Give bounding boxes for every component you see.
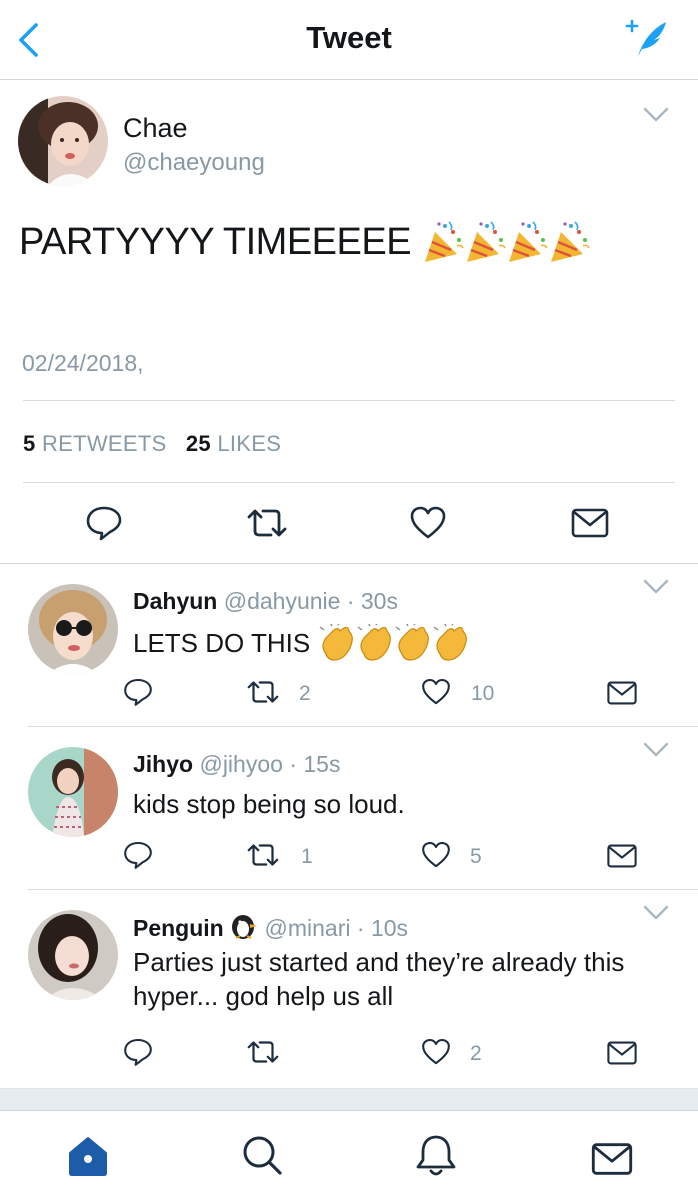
avatar[interactable] <box>28 584 118 674</box>
reply-text-body: LETS DO THIS <box>133 628 311 658</box>
heart-icon[interactable] <box>420 676 452 713</box>
chevron-down-icon[interactable] <box>642 741 670 759</box>
avatar[interactable] <box>28 747 118 837</box>
heart-icon[interactable] <box>408 503 448 548</box>
search-icon[interactable] <box>240 1133 284 1177</box>
divider <box>23 400 675 401</box>
like-count: 10 <box>471 682 495 705</box>
reply-tweet[interactable]: Dahyun @dahyunie · 30s LETS DO THIS 2 10 <box>0 564 698 726</box>
tweet-action-bar <box>0 503 698 543</box>
divider <box>23 482 675 483</box>
chevron-down-icon[interactable] <box>642 904 670 922</box>
mail-icon[interactable] <box>606 680 638 711</box>
retweets-count: 5 <box>23 431 36 456</box>
likes-count: 25 <box>185 431 211 456</box>
retweet-count: 1 <box>301 845 313 868</box>
reply-text: LETS DO THIS <box>133 624 678 662</box>
avatar[interactable] <box>28 910 118 1000</box>
tweet-stats: 5 RETWEETS 25 LIKES <box>23 431 281 457</box>
reply-tweet[interactable]: Jihyo @jihyoo · 15s kids stop being so l… <box>0 727 698 889</box>
reply-icon[interactable] <box>122 676 154 713</box>
retweets-stat[interactable]: 5 RETWEETS <box>23 431 167 456</box>
party-popper-emoji-row <box>423 220 593 264</box>
like-count: 2 <box>470 1042 482 1065</box>
chevron-down-icon[interactable] <box>642 578 670 596</box>
reply-tweet[interactable]: Penguin @minari · 10s Parties just start… <box>0 890 698 1088</box>
compose-tweet-icon[interactable] <box>624 16 670 60</box>
notifications-icon[interactable] <box>414 1133 458 1177</box>
reply-icon[interactable] <box>122 839 154 876</box>
reply-header: Jihyo @jihyoo · 15s <box>133 751 340 778</box>
author-name[interactable]: Chae <box>123 113 188 144</box>
avatar[interactable] <box>18 96 108 186</box>
reply-author-handle[interactable]: @dahyunie <box>224 588 341 614</box>
reply-author-handle[interactable]: @minari <box>265 915 351 941</box>
chevron-down-icon[interactable] <box>642 106 670 124</box>
penguin-emoji-icon <box>230 914 258 946</box>
bottom-tab-bar <box>0 1110 698 1200</box>
messages-icon[interactable] <box>590 1133 634 1177</box>
page-title: Tweet <box>306 20 392 55</box>
tweet-text: PARTYYYY TIMEEEEE <box>19 220 593 264</box>
reply-icon[interactable] <box>122 1036 154 1073</box>
retweet-count: 2 <box>299 682 311 705</box>
retweets-label: RETWEETS <box>41 431 167 456</box>
retweet-icon[interactable] <box>244 839 282 876</box>
reply-header: Penguin @minari · 10s <box>133 914 408 946</box>
likes-stat[interactable]: 25 LIKES <box>186 431 281 456</box>
reply-author-name[interactable]: Jihyo <box>133 751 193 777</box>
like-count: 5 <box>470 845 482 868</box>
retweet-icon[interactable] <box>244 1036 282 1073</box>
reply-text: Parties just started and they’re already… <box>133 947 625 1011</box>
top-nav-bar: Tweet <box>0 0 698 80</box>
clapping-hands-icon <box>319 624 468 661</box>
heart-icon[interactable] <box>420 1036 452 1073</box>
reply-header: Dahyun @dahyunie · 30s <box>133 588 398 615</box>
likes-label: LIKES <box>217 431 282 456</box>
reply-time: · 15s <box>289 751 341 777</box>
tweet-timestamp: 02/24/2018, <box>22 350 144 376</box>
focused-tweet: Chae @chaeyoung PARTYYYY TIMEEEEE 02/24/… <box>0 80 698 563</box>
reply-author-name[interactable]: Dahyun <box>133 588 217 614</box>
reply-author-name[interactable]: Penguin <box>133 915 224 941</box>
heart-icon[interactable] <box>420 839 452 876</box>
reply-author-handle[interactable]: @jihyoo <box>199 751 282 777</box>
reply-text: kids stop being so loud. <box>133 789 405 819</box>
reply-time: · 30s <box>346 588 398 614</box>
party-popper-icon <box>425 220 591 264</box>
retweet-icon[interactable] <box>244 676 282 713</box>
reply-icon[interactable] <box>84 503 124 548</box>
timeline-end-band <box>0 1088 698 1110</box>
mail-icon[interactable] <box>606 843 638 874</box>
retweet-icon[interactable] <box>243 503 291 548</box>
author-handle[interactable]: @chaeyoung <box>123 149 265 177</box>
reply-time: · 10s <box>356 915 409 942</box>
mail-icon[interactable] <box>606 1040 638 1071</box>
mail-icon[interactable] <box>570 507 610 544</box>
home-icon[interactable] <box>66 1133 110 1177</box>
tweet-text-body: PARTYYYY TIMEEEEE <box>19 220 412 263</box>
